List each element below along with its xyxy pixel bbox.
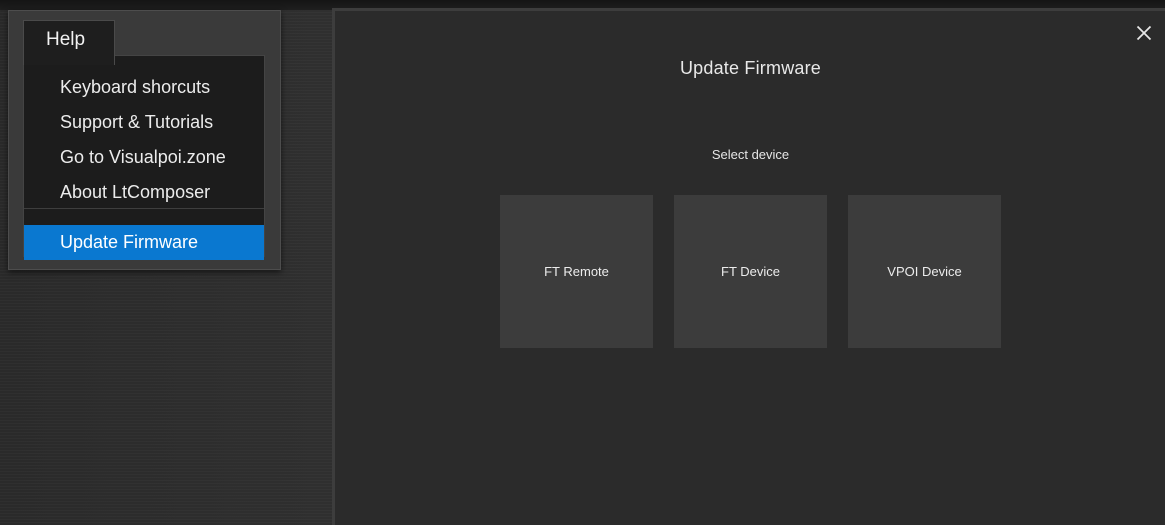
menu-divider [24, 208, 264, 209]
dialog-title: Update Firmware [679, 58, 822, 78]
app-window: Help Keyboard shorcuts Support & Tutoria… [0, 0, 1165, 525]
ft-remote-button[interactable]: FT Remote [500, 195, 653, 348]
menu-item-about[interactable]: About LtComposer [24, 175, 264, 210]
ft-device-label: FT Device [721, 264, 780, 279]
menu-item-update-firmware[interactable]: Update Firmware [24, 225, 264, 260]
select-device-label: Select device [711, 147, 790, 162]
help-menu-button[interactable]: Help [23, 20, 115, 65]
menu-item-keyboard-shortcuts[interactable]: Keyboard shorcuts [24, 70, 264, 105]
help-menu-panel: Help Keyboard shorcuts Support & Tutoria… [8, 10, 281, 270]
vpoi-device-label: VPOI Device [887, 264, 962, 279]
ft-device-button[interactable]: FT Device [674, 195, 827, 348]
close-icon [1136, 25, 1152, 41]
menu-item-support-tutorials[interactable]: Support & Tutorials [24, 105, 264, 140]
help-dropdown: Keyboard shorcuts Support & Tutorials Go… [23, 55, 265, 260]
update-firmware-dialog: Update Firmware Select device FT Remote … [335, 11, 1165, 525]
vpoi-device-button[interactable]: VPOI Device [848, 195, 1001, 348]
menu-item-visualpoi-zone[interactable]: Go to Visualpoi.zone [24, 140, 264, 175]
close-button[interactable] [1132, 21, 1156, 45]
ft-remote-label: FT Remote [544, 264, 609, 279]
